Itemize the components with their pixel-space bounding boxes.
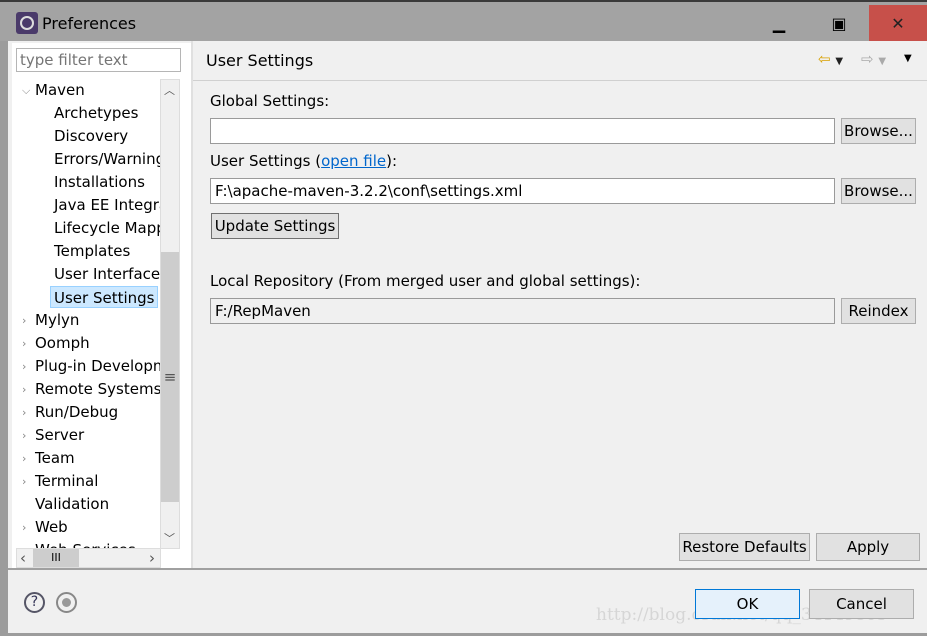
tree-item[interactable]: Server: [35, 424, 84, 446]
tree-item[interactable]: Mylyn: [35, 309, 79, 331]
tree-panel: ⌵ MavenArchetypesDiscoveryErrors/Warnings…: [12, 43, 191, 568]
help-icon[interactable]: ?: [24, 592, 45, 613]
close-button[interactable]: ✕: [869, 5, 927, 42]
eclipse-icon: [16, 12, 38, 34]
browse-user-button[interactable]: Browse...: [841, 178, 916, 204]
tree-item[interactable]: Java EE Integration: [54, 194, 160, 216]
page-title: User Settings: [206, 51, 314, 70]
user-settings-label-text: User Settings (: [210, 152, 322, 170]
chevron-right-icon[interactable]: ›: [22, 383, 26, 396]
window-title: Preferences: [42, 14, 137, 33]
scroll-thumb-h[interactable]: III: [33, 549, 79, 567]
view-menu-icon[interactable]: ▼: [904, 53, 912, 64]
chevron-right-icon[interactable]: ›: [22, 429, 26, 442]
vertical-scrollbar[interactable]: ︿ ≡ ﹀: [160, 79, 180, 549]
title-bar: Preferences ▁ ▣ ✕: [0, 0, 927, 42]
update-settings-button[interactable]: Update Settings: [211, 213, 339, 239]
tree-item[interactable]: Discovery: [54, 125, 128, 147]
tree-item[interactable]: Lifecycle Mappings: [54, 217, 160, 239]
tree-item[interactable]: Run/Debug: [35, 401, 118, 423]
chevron-right-icon[interactable]: ›: [22, 314, 26, 327]
tree-item[interactable]: Validation: [35, 493, 109, 515]
chevron-right-icon[interactable]: ›: [22, 475, 26, 488]
local-repository-label: Local Repository (From merged user and g…: [210, 272, 641, 290]
chevron-down-icon[interactable]: ⌵: [22, 84, 30, 98]
chevron-right-icon[interactable]: ›: [22, 337, 26, 350]
import-export-icon[interactable]: [56, 592, 77, 613]
tree-item[interactable]: Templates: [54, 240, 130, 262]
scroll-left-icon[interactable]: ‹: [20, 549, 26, 567]
chevron-right-icon[interactable]: ›: [22, 406, 26, 419]
minimize-button[interactable]: ▁: [750, 5, 808, 42]
tree-item[interactable]: Terminal: [35, 470, 98, 492]
preference-tree: ⌵ MavenArchetypesDiscoveryErrors/Warnings…: [12, 79, 160, 549]
preferences-dialog: ⌵ MavenArchetypesDiscoveryErrors/Warnings…: [8, 41, 927, 633]
scroll-up-icon[interactable]: ︿: [164, 82, 175, 98]
user-settings-input[interactable]: F:\apache-maven-3.2.2\conf\settings.xml: [210, 178, 835, 204]
open-file-link[interactable]: open file: [321, 152, 386, 170]
reindex-button[interactable]: Reindex: [841, 298, 916, 324]
browse-global-button[interactable]: Browse...: [841, 118, 916, 144]
horizontal-scrollbar[interactable]: ‹ III ›: [16, 548, 161, 568]
tree-item[interactable]: User Interface: [54, 263, 160, 285]
tree-item[interactable]: Plug-in Development: [35, 355, 160, 377]
back-icon[interactable]: ⇦ ▼: [818, 50, 843, 68]
global-settings-input[interactable]: [210, 118, 835, 144]
scroll-down-icon[interactable]: ﹀: [164, 530, 175, 546]
restore-defaults-button[interactable]: Restore Defaults: [679, 533, 810, 561]
dialog-footer: ? http://blog.csdn.net/qq_34149805 OK Ca…: [8, 568, 927, 633]
cancel-button[interactable]: Cancel: [809, 589, 914, 619]
scroll-right-icon[interactable]: ›: [149, 549, 155, 567]
settings-page: User Settings ⇦ ▼ ⇨ ▼ ▼ Global Settings:…: [193, 41, 927, 568]
user-settings-label: User Settings (open file):: [210, 152, 397, 170]
tree-item[interactable]: Installations: [54, 171, 145, 193]
tree-item[interactable]: Archetypes: [54, 102, 138, 124]
tree-item[interactable]: Errors/Warnings: [54, 148, 160, 170]
user-settings-label-end: ):: [386, 152, 398, 170]
maximize-button[interactable]: ▣: [810, 5, 868, 42]
tree-item[interactable]: Team: [35, 447, 75, 469]
chevron-right-icon[interactable]: ›: [22, 360, 26, 373]
tree-item[interactable]: User Settings: [50, 286, 159, 308]
tree-item[interactable]: Web: [35, 516, 68, 538]
apply-button[interactable]: Apply: [816, 533, 920, 561]
ok-button[interactable]: OK: [695, 589, 800, 619]
local-repository-field: F:/RepMaven: [210, 298, 835, 324]
tree-item[interactable]: Remote Systems: [35, 378, 160, 400]
forward-icon[interactable]: ⇨ ▼: [861, 50, 886, 68]
chevron-right-icon[interactable]: ›: [22, 452, 26, 465]
tree-item[interactable]: Oomph: [35, 332, 90, 354]
global-settings-label: Global Settings:: [210, 92, 330, 110]
chevron-right-icon[interactable]: ›: [22, 521, 26, 534]
tree-item[interactable]: Maven: [35, 79, 85, 101]
scroll-thumb[interactable]: ≡: [161, 252, 179, 502]
filter-input[interactable]: [16, 48, 181, 72]
page-header: User Settings ⇦ ▼ ⇨ ▼ ▼: [193, 41, 927, 81]
